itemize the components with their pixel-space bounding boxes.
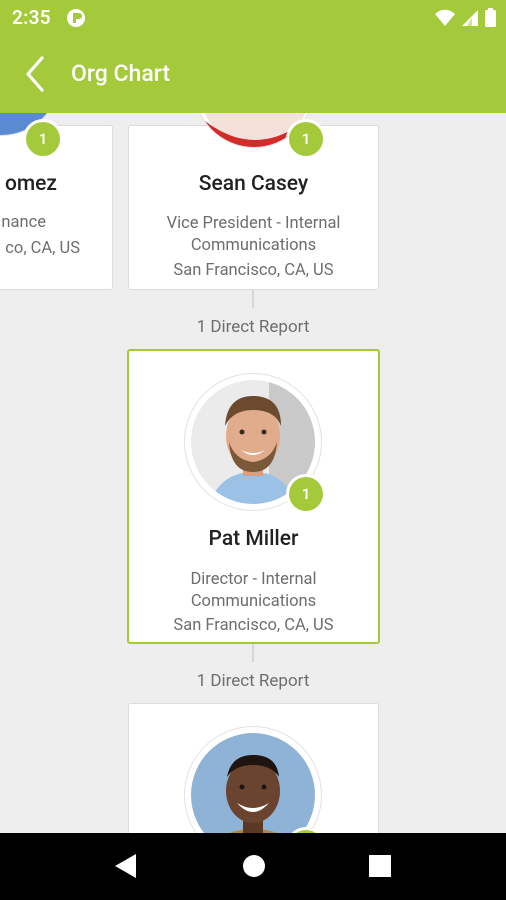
org-chart-canvas[interactable]: 1 omez nance co, CA, US 1 Sean Casey Vic… bbox=[0, 113, 506, 833]
manager-card-left[interactable]: 1 omez nance co, CA, US bbox=[0, 113, 113, 290]
avatar bbox=[184, 726, 322, 833]
employee-location: San Francisco, CA, US bbox=[173, 261, 334, 280]
app-notification-icon bbox=[66, 8, 86, 32]
employee-title-line-2: Communications bbox=[190, 236, 317, 255]
employee-title-line-1: Director - Internal bbox=[190, 570, 317, 589]
employee-title-line-2: Communications bbox=[190, 592, 317, 611]
status-indicators bbox=[435, 8, 496, 31]
employee-title-line-1: Vice President - Internal bbox=[166, 214, 341, 233]
status-bar: 2:35 bbox=[0, 0, 506, 36]
direct-report-count[interactable]: 1 Direct Report bbox=[0, 317, 506, 337]
app-bar: Org Chart bbox=[0, 36, 506, 113]
employee-name: Sean Casey bbox=[198, 172, 309, 196]
employee-location: San Francisco, CA, US bbox=[173, 616, 334, 635]
employee-name: Pat Miller bbox=[208, 527, 299, 551]
employee-location: co, CA, US bbox=[5, 239, 80, 258]
page-title: Org Chart bbox=[71, 60, 171, 87]
connector-line bbox=[252, 644, 254, 662]
connector-line bbox=[252, 290, 254, 308]
nav-recents-icon[interactable] bbox=[369, 855, 391, 881]
direct-report-count[interactable]: 1 Direct Report bbox=[0, 671, 506, 691]
back-arrow-icon[interactable] bbox=[16, 54, 56, 94]
nav-home-icon[interactable] bbox=[242, 854, 266, 882]
system-nav-bar bbox=[0, 833, 506, 900]
direct-report-card[interactable] bbox=[128, 703, 379, 833]
employee-title: nance bbox=[1, 213, 46, 232]
battery-icon bbox=[485, 8, 496, 31]
employee-name: omez bbox=[4, 172, 57, 196]
report-count-badge: 1 bbox=[289, 477, 323, 511]
status-time: 2:35 bbox=[12, 6, 51, 29]
wifi-icon bbox=[435, 9, 455, 31]
cell-signal-icon bbox=[461, 9, 479, 31]
manager-card-sean-casey[interactable]: 1 Sean Casey Vice President - Internal C… bbox=[128, 113, 379, 290]
nav-back-icon[interactable] bbox=[114, 853, 138, 883]
selected-employee-card[interactable]: 1 Pat Miller Director - Internal Communi… bbox=[127, 349, 380, 644]
report-count-badge: 1 bbox=[26, 122, 60, 156]
report-count-badge: 1 bbox=[289, 122, 323, 156]
